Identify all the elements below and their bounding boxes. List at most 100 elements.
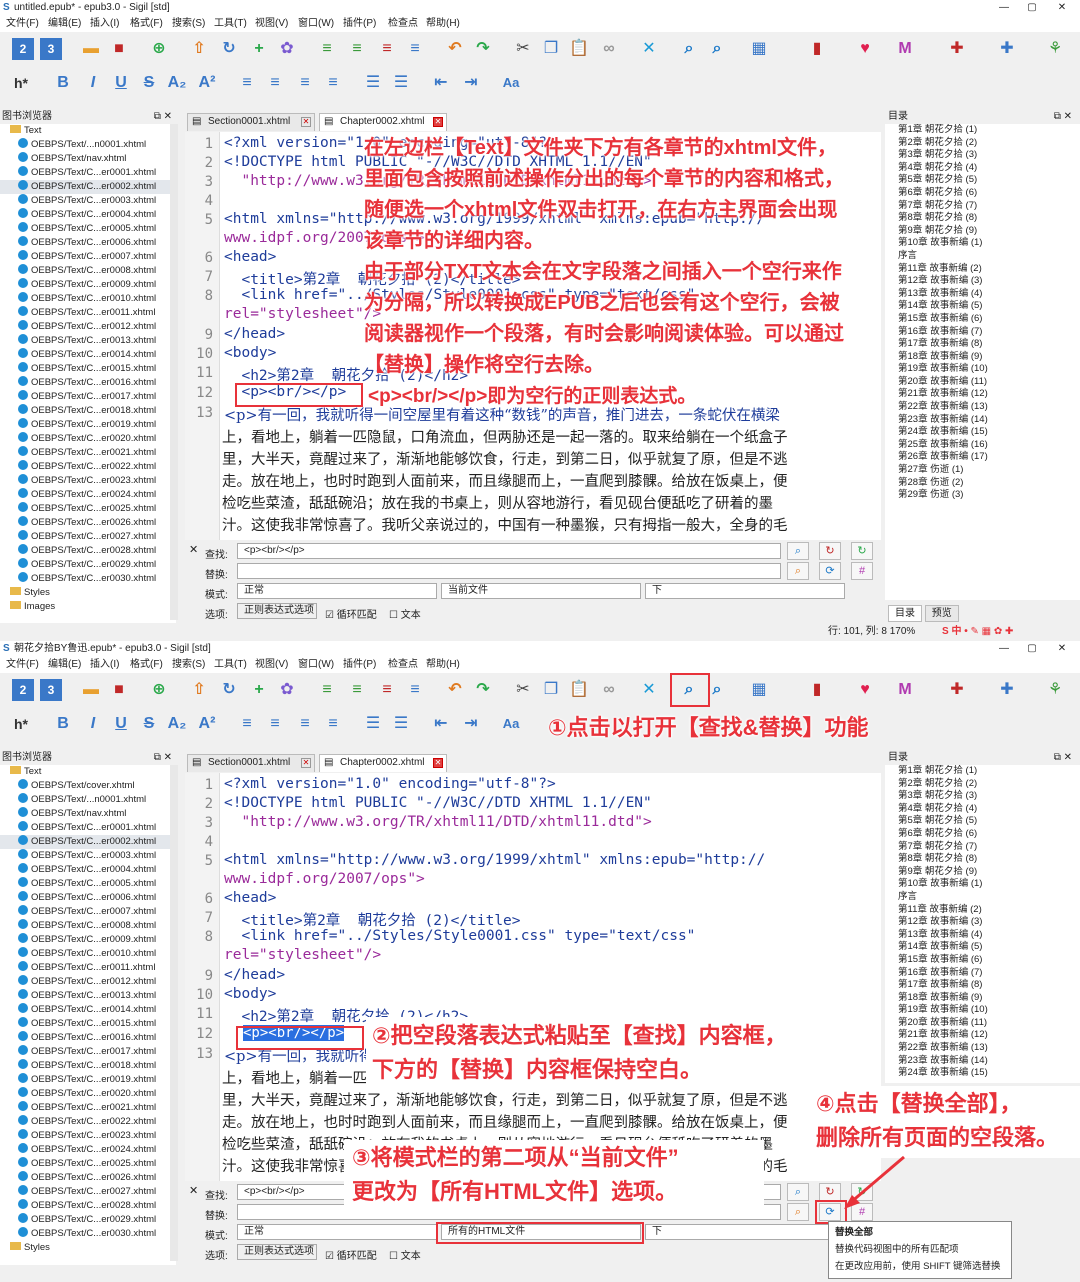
open-folder-icon[interactable]: ▬ <box>80 679 102 701</box>
zoom-search-icon[interactable]: ⌕ <box>706 38 728 60</box>
tree-item[interactable]: OEBPS/Text/C...er0013.xhtml <box>0 334 176 348</box>
search-icon[interactable]: ⌕ <box>678 38 700 60</box>
split-icon[interactable]: ≡ <box>316 38 338 60</box>
x-marker-icon[interactable]: ✕ <box>638 679 660 701</box>
add-icon[interactable]: ⊕ <box>148 679 170 701</box>
tree-item[interactable]: OEBPS/Text/C...er0028.xhtml <box>0 544 176 558</box>
toc-item[interactable]: 第10章 故事新编 (1) <box>885 878 1080 891</box>
close-icon[interactable]: ✕ <box>1048 0 1076 16</box>
indent-icon[interactable]: ⇥ <box>460 72 482 94</box>
open-folder-icon[interactable]: ▬ <box>80 38 102 60</box>
panel-close-icon[interactable]: ⧉ ✕ <box>154 751 172 765</box>
delete-marker-icon[interactable]: ≡ <box>376 679 398 701</box>
align-center-icon[interactable]: ≡ <box>264 713 286 735</box>
toc-item[interactable]: 第7章 朝花夕拾 (7) <box>885 841 1080 854</box>
bullet-list-icon[interactable]: ☰ <box>362 72 384 94</box>
replace-find-button[interactable]: ↻ <box>819 542 841 560</box>
tree-item[interactable]: OEBPS/Text/C...er0019.xhtml <box>0 418 176 432</box>
gear-icon[interactable]: ✿ <box>276 679 298 701</box>
toc-item[interactable]: 第20章 故事新编 (11) <box>885 1017 1080 1030</box>
toc-item[interactable]: 第4章 朝花夕拾 (4) <box>885 803 1080 816</box>
toc-item[interactable]: 第26章 故事新编 (17) <box>885 451 1080 464</box>
tree-item[interactable]: OEBPS/Text/C...er0023.xhtml <box>0 1129 176 1143</box>
bookmark-icon[interactable]: ▮ <box>806 38 828 60</box>
text-checkbox[interactable]: ☐ 文本 <box>389 1247 421 1262</box>
menu-search[interactable]: 搜索(S) <box>172 16 205 32</box>
direction-select[interactable]: 下 <box>645 583 845 599</box>
regex-option[interactable]: 正则表达式选项 <box>237 603 317 619</box>
panel-close-icon[interactable]: ⧉ ✕ <box>154 110 172 124</box>
tree-item[interactable]: OEBPS/Text/C...er0025.xhtml <box>0 1157 176 1171</box>
puzzle-icon[interactable]: ✚ <box>996 38 1018 60</box>
m-icon[interactable]: M <box>894 38 916 60</box>
tree-item[interactable]: OEBPS/Text/C...er0025.xhtml <box>0 502 176 516</box>
toc-item[interactable]: 第21章 故事新编 (12) <box>885 1029 1080 1042</box>
count-button[interactable]: ↻ <box>851 542 873 560</box>
up-arrow-icon[interactable]: ⇧ <box>188 38 210 60</box>
tab-close-icon[interactable]: ✕ <box>433 758 443 768</box>
toc-item[interactable]: 第27章 伤逝 (1) <box>885 464 1080 477</box>
list-icon[interactable]: ≡ <box>404 679 426 701</box>
bullet-list-icon[interactable]: ☰ <box>362 713 384 735</box>
copy-icon[interactable]: ❐ <box>540 679 562 701</box>
tree-item[interactable]: OEBPS/Text/cover.xhtml <box>0 779 176 793</box>
tree-item[interactable]: OEBPS/Text/...n0001.xhtml <box>0 138 176 152</box>
tree-item[interactable]: OEBPS/Text/C...er0016.xhtml <box>0 1031 176 1045</box>
menu-edit[interactable]: 编辑(E) <box>48 657 81 673</box>
menu-plugins[interactable]: 插件(P) <box>343 16 376 32</box>
tree-item[interactable]: OEBPS/Text/C...er0029.xhtml <box>0 1213 176 1227</box>
menu-insert[interactable]: 插入(I) <box>90 657 119 673</box>
tree-item[interactable]: OEBPS/Text/C...er0005.xhtml <box>0 877 176 891</box>
subscript-icon[interactable]: A₂ <box>166 713 188 735</box>
tree-item[interactable]: OEBPS/Text/C...er0002.xhtml <box>0 180 176 194</box>
tree-item[interactable]: OEBPS/Text/C...er0009.xhtml <box>0 278 176 292</box>
x-marker-icon[interactable]: ✕ <box>638 38 660 60</box>
tree-item[interactable]: OEBPS/Text/C...er0014.xhtml <box>0 1003 176 1017</box>
paste-icon[interactable]: 📋 <box>568 38 590 60</box>
tree-item[interactable]: Text <box>0 124 176 138</box>
toc-item[interactable]: 第2章 朝花夕拾 (2) <box>885 137 1080 150</box>
number-list-icon[interactable]: ☰ <box>390 713 412 735</box>
toc-item[interactable]: 第5章 朝花夕拾 (5) <box>885 815 1080 828</box>
replace-input[interactable] <box>237 563 781 579</box>
tree-item[interactable]: OEBPS/Text/C...er0030.xhtml <box>0 572 176 586</box>
toc-item[interactable]: 第9章 朝花夕拾 (9) <box>885 866 1080 879</box>
toc-item[interactable]: 第12章 故事新编 (3) <box>885 275 1080 288</box>
replace-all-button[interactable]: ⟳ <box>819 562 841 580</box>
list-icon[interactable]: ≡ <box>404 38 426 60</box>
toc-item[interactable]: 第23章 故事新编 (14) <box>885 1055 1080 1068</box>
outdent-icon[interactable]: ⇤ <box>430 713 452 735</box>
heart-icon[interactable]: ♥ <box>854 38 876 60</box>
epub3-icon[interactable]: 3 <box>40 38 62 60</box>
tab-section0001[interactable]: ▤ Section0001.xhtml ✕ <box>187 754 315 772</box>
m-icon[interactable]: M <box>894 679 916 701</box>
toc-item[interactable]: 第4章 朝花夕拾 (4) <box>885 162 1080 175</box>
menu-checkpoint[interactable]: 检查点 <box>388 16 418 32</box>
toc-item[interactable]: 第15章 故事新编 (6) <box>885 313 1080 326</box>
puzzle-icon[interactable]: ✚ <box>996 679 1018 701</box>
tree-item[interactable]: OEBPS/Text/C...er0021.xhtml <box>0 1101 176 1115</box>
tree-item[interactable]: OEBPS/Text/C...er0018.xhtml <box>0 1059 176 1073</box>
tree-item[interactable]: OEBPS/Text/C...er0003.xhtml <box>0 194 176 208</box>
heading-icon[interactable]: h* <box>10 713 32 735</box>
tree-item[interactable]: OEBPS/Text/C...er0015.xhtml <box>0 362 176 376</box>
tree-item[interactable]: OEBPS/Text/C...er0008.xhtml <box>0 919 176 933</box>
toc-item[interactable]: 第3章 朝花夕拾 (3) <box>885 790 1080 803</box>
tree-item[interactable]: OEBPS/Text/C...er0029.xhtml <box>0 558 176 572</box>
find-close-icon[interactable]: ✕ <box>189 1184 198 1197</box>
strike-icon[interactable]: S <box>138 713 160 735</box>
epub3-icon[interactable]: 3 <box>40 679 62 701</box>
strike-icon[interactable]: S <box>138 72 160 94</box>
tree-item[interactable]: OEBPS/Text/C...er0023.xhtml <box>0 474 176 488</box>
tree-item[interactable]: OEBPS/Text/C...er0018.xhtml <box>0 404 176 418</box>
tab-section0001[interactable]: ▤ Section0001.xhtml ✕ <box>187 113 315 131</box>
font-case-icon[interactable]: Aa <box>500 713 522 735</box>
mode-select[interactable]: 正常 <box>237 1224 437 1240</box>
tree-item[interactable]: OEBPS/Text/...n0001.xhtml <box>0 793 176 807</box>
toc-item[interactable]: 第16章 故事新编 (7) <box>885 967 1080 980</box>
tree-item[interactable]: OEBPS/Text/C...er0012.xhtml <box>0 320 176 334</box>
toc-item[interactable]: 第5章 朝花夕拾 (5) <box>885 174 1080 187</box>
plus-icon[interactable]: + <box>248 38 270 60</box>
tree-item[interactable]: OEBPS/Text/C...er0010.xhtml <box>0 292 176 306</box>
tree-item[interactable]: OEBPS/Text/C...er0027.xhtml <box>0 1185 176 1199</box>
